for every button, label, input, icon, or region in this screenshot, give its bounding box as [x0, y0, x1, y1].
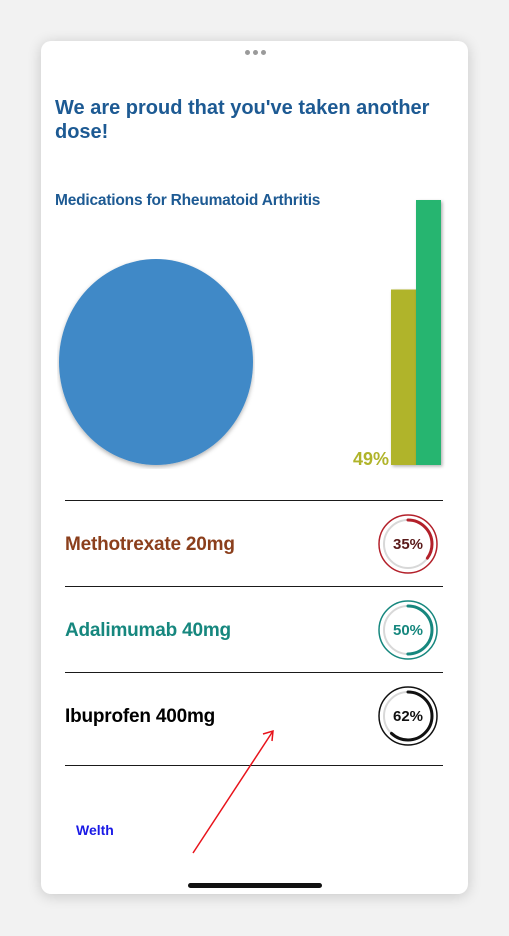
progress-ring: 35% [378, 514, 438, 574]
bar-chart: 49% [341, 191, 446, 471]
bar [416, 200, 441, 465]
page-title: We are proud that you've taken another d… [55, 97, 430, 143]
sheet-handle[interactable] [245, 50, 266, 55]
dose-confirmation-sheet: We are proud that you've taken another d… [41, 41, 468, 894]
pie-slice [59, 259, 253, 465]
bar-data-label: 49% [353, 449, 389, 469]
handle-dot [253, 50, 258, 55]
pie-chart-svg [59, 259, 253, 465]
handle-dot [245, 50, 250, 55]
list-item-ibuprofen[interactable]: Ibuprofen 400mg 62% [65, 673, 443, 766]
ring-percent-label: 35% [393, 536, 423, 553]
pie-chart [57, 259, 255, 469]
bar-chart-svg: 49% [353, 200, 441, 469]
home-indicator [188, 883, 322, 888]
handle-dot [261, 50, 266, 55]
ring-percent-label: 50% [393, 622, 423, 639]
medication-list: Methotrexate 20mg 35% Adalimumab 40mg 50… [65, 500, 443, 766]
medication-name: Ibuprofen 400mg [65, 706, 216, 727]
progress-ring: 62% [378, 686, 438, 746]
medication-name: Methotrexate 20mg [65, 534, 235, 555]
section-title: Medications for Rheumatoid Arthritis [55, 192, 321, 209]
bar [391, 289, 416, 465]
medication-name: Adalimumab 40mg [65, 620, 231, 641]
list-item-adalimumab[interactable]: Adalimumab 40mg 50% [65, 587, 443, 673]
progress-ring: 50% [378, 600, 438, 660]
ring-percent-label: 62% [393, 708, 423, 725]
list-item-methotrexate[interactable]: Methotrexate 20mg 35% [65, 501, 443, 587]
brand-logo[interactable]: Welth [76, 822, 114, 838]
